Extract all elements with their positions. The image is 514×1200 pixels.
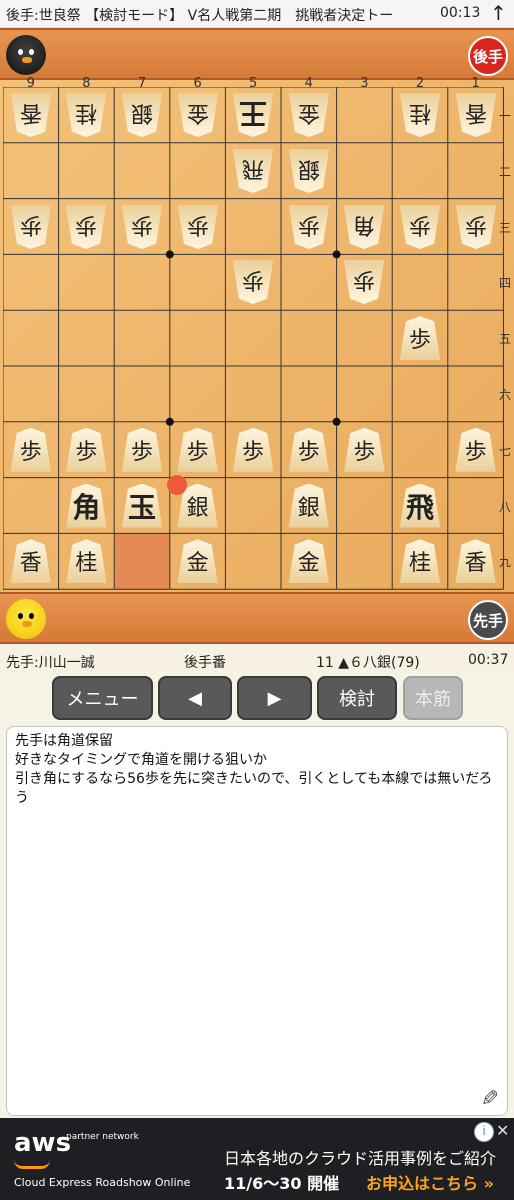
ad-info-icon[interactable]: i	[474, 1122, 494, 1142]
gote-clock: 00:13	[440, 5, 481, 21]
file-label: 9	[26, 76, 35, 91]
star-point	[332, 250, 341, 259]
file-label: 2	[415, 76, 425, 91]
ad-dates: 11/6〜30 開催	[224, 1174, 340, 1193]
rank-label: 九	[499, 555, 512, 570]
file-label: 3	[360, 76, 369, 91]
file-label: 5	[249, 76, 258, 91]
eye-icon	[29, 613, 34, 619]
next-move-button[interactable]: ▶	[237, 676, 312, 720]
eye-icon	[18, 49, 23, 55]
star-point	[165, 417, 174, 426]
aws-smile-icon	[14, 1160, 50, 1169]
up-arrow-icon[interactable]: ↑	[490, 1, 507, 25]
sente-badge: 先手	[468, 600, 508, 640]
analyze-button[interactable]: 検討	[317, 676, 397, 720]
shogi-board[interactable]: 香桂銀金王金桂香飛銀歩歩歩歩歩角歩歩歩歩歩歩歩歩歩歩歩歩歩角玉銀銀飛香桂金金桂香…	[0, 76, 514, 592]
ad-banner[interactable]: aws partner network Cloud Express Roadsh…	[0, 1118, 514, 1200]
sente-player-name: 先手:川山一誠	[6, 655, 95, 671]
sente-avatar	[6, 599, 46, 639]
ad-cta[interactable]: お申込はこちら »	[366, 1170, 494, 1194]
prev-move-button[interactable]: ◀	[158, 676, 232, 720]
sente-clock: 00:37	[468, 652, 509, 668]
rank-label: 五	[499, 332, 512, 347]
file-label: 1	[471, 76, 480, 91]
gote-badge: 後手	[468, 36, 508, 76]
rank-label: 二	[499, 164, 512, 179]
rank-label: 四	[499, 276, 512, 291]
ad-title: 日本各地のクラウド活用事例をご紹介	[224, 1149, 497, 1168]
highlight-square	[114, 533, 170, 590]
file-label: 7	[137, 76, 147, 91]
roadshow-text: Cloud Express Roadshow Online	[14, 1176, 191, 1189]
beak-icon	[22, 621, 32, 627]
star-point	[165, 250, 174, 259]
sente-player-bar: 先手	[0, 592, 514, 644]
aws-logo: aws	[14, 1128, 72, 1158]
edit-pencil-icon[interactable]: ✎	[475, 1088, 500, 1106]
rank-label: 八	[499, 499, 512, 514]
last-move-marker	[166, 474, 187, 495]
star-point	[332, 417, 341, 426]
mainline-button[interactable]: 本筋	[403, 676, 463, 720]
rank-label: 六	[499, 387, 512, 402]
beak-icon	[22, 57, 32, 63]
comment-line: 先手は角道保留	[15, 733, 113, 749]
game-title: 後手:世良祭 【検討モード】 V名人戦第二期 挑戦者決定トー	[6, 8, 394, 24]
eye-icon	[29, 49, 34, 55]
file-label: 4	[304, 76, 313, 91]
move-record: 11 ▲６八銀(79)	[316, 655, 420, 671]
file-label: 6	[193, 76, 202, 91]
rank-label: 三	[499, 220, 512, 235]
file-label: 8	[82, 76, 91, 91]
turn-indicator: 後手番	[184, 655, 226, 671]
status-bar: 後手:世良祭 【検討モード】 V名人戦第二期 挑戦者決定トー 00:13 ↑	[0, 0, 514, 28]
comment-line: 引き角にするなら56歩を先に突きたいので、引くとしても本線では無いだろう	[15, 771, 493, 806]
comment-line: 好きなタイミングで角道を開ける狙いか	[15, 752, 267, 768]
rank-label: 七	[499, 443, 512, 458]
eye-icon	[18, 613, 23, 619]
gote-avatar	[6, 35, 46, 75]
menu-button[interactable]: メニュー	[52, 676, 153, 720]
game-info-row: 先手:川山一誠 後手番 11 ▲６八銀(79) 00:37	[0, 650, 514, 672]
comment-box[interactable]: 先手は角道保留 好きなタイミングで角道を開ける狙いか 引き角にするなら56歩を先…	[6, 726, 508, 1116]
ad-close-icon[interactable]: ✕	[496, 1121, 509, 1140]
partner-network-text: partner network	[66, 1132, 139, 1142]
gote-player-bar: 後手	[0, 28, 514, 80]
rank-label: 一	[499, 108, 512, 123]
